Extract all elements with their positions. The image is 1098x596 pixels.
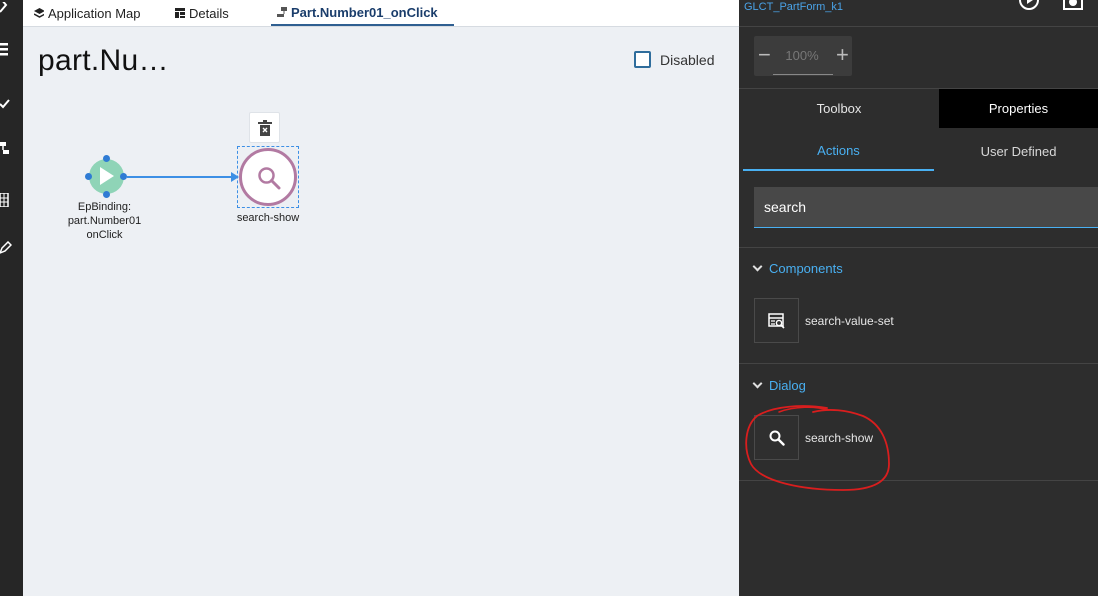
start-node-label-line3: onClick [86, 229, 123, 241]
disabled-checkbox[interactable] [634, 51, 651, 68]
edit-icon[interactable] [0, 241, 12, 255]
layers-icon [34, 8, 44, 18]
flow-icon[interactable] [0, 141, 12, 155]
divider [739, 247, 1098, 248]
flow-canvas: Application Map Details Part.Number01_on… [23, 0, 739, 596]
tab-label: Details [189, 5, 229, 21]
tab-properties[interactable]: Properties [939, 89, 1098, 128]
divider [739, 26, 1098, 27]
preview-icon[interactable] [1062, 0, 1084, 11]
section-components-header[interactable]: Components [752, 261, 843, 276]
trash-icon [257, 119, 272, 136]
grid-icon[interactable] [0, 193, 12, 207]
node-handle-top[interactable] [103, 155, 110, 162]
section-dialog-label: Dialog [769, 378, 806, 393]
delete-node-button[interactable] [249, 112, 280, 143]
tab-toolbox[interactable]: Toolbox [739, 89, 939, 128]
list-item-search-value-set[interactable]: search-value-set [754, 298, 894, 343]
play-icon [100, 167, 114, 185]
disabled-label: Disabled [660, 51, 715, 68]
search-input[interactable]: search [754, 187, 1098, 228]
divider [739, 363, 1098, 364]
tab-actions[interactable]: Actions [743, 132, 934, 171]
list-item-label: search-value-set [805, 313, 894, 328]
search-value-set-icon [754, 298, 799, 343]
chevron-down-icon [752, 378, 763, 389]
tab-label: Part.Number01_onClick [291, 4, 438, 20]
chevron-icon[interactable] [0, 2, 12, 16]
divider [739, 480, 1098, 481]
left-rail [0, 0, 23, 596]
start-node-label: EpBinding: part.Number01 onClick [57, 200, 152, 242]
node-handle-left[interactable] [85, 173, 92, 180]
disabled-toggle[interactable]: Disabled [634, 51, 714, 68]
list-icon[interactable] [0, 42, 12, 56]
section-components-label: Components [769, 261, 843, 276]
flow-connector[interactable] [127, 176, 233, 178]
section-dialog-header[interactable]: Dialog [752, 378, 806, 393]
right-panel: GLCT_PartForm_k1 − 100% + Toolbox Proper… [739, 0, 1098, 596]
search-show-node-label: search-show [236, 212, 300, 224]
table-icon [175, 8, 185, 18]
start-node[interactable] [89, 159, 124, 194]
start-node-label-line2: part.Number01 [67, 215, 142, 227]
tab-part-number01-onclick[interactable]: Part.Number01_onClick [271, 0, 454, 26]
node-handle-right[interactable] [120, 173, 127, 180]
tab-user-defined[interactable]: User Defined [939, 132, 1098, 171]
tab-details[interactable]: Details [175, 0, 229, 26]
tab-application-map[interactable]: Application Map [34, 0, 141, 26]
panel-title: GLCT_PartForm_k1 [744, 1, 844, 13]
search-show-node[interactable] [239, 148, 297, 206]
check-icon[interactable] [0, 97, 12, 111]
zoom-in-button[interactable]: + [836, 44, 849, 66]
list-item-search-show[interactable]: search-show [754, 415, 873, 460]
start-node-label-line1: EpBinding: [77, 201, 132, 213]
tab-label: Application Map [48, 5, 141, 21]
play-circle-icon[interactable] [1018, 0, 1040, 11]
list-item-label: search-show [805, 430, 874, 445]
tab-bar: Application Map Details Part.Number01_on… [23, 0, 739, 27]
chevron-down-icon [752, 261, 763, 272]
zoom-control: − 100% + [754, 36, 852, 76]
zoom-out-button[interactable]: − [758, 44, 771, 66]
search-icon [258, 167, 281, 190]
page-title: part.Nu… [38, 44, 169, 77]
zoom-level[interactable]: 100% [782, 48, 822, 63]
flow-icon [277, 7, 287, 17]
node-handle-bottom[interactable] [103, 191, 110, 198]
zoom-underline [773, 74, 833, 75]
search-icon [754, 415, 799, 460]
